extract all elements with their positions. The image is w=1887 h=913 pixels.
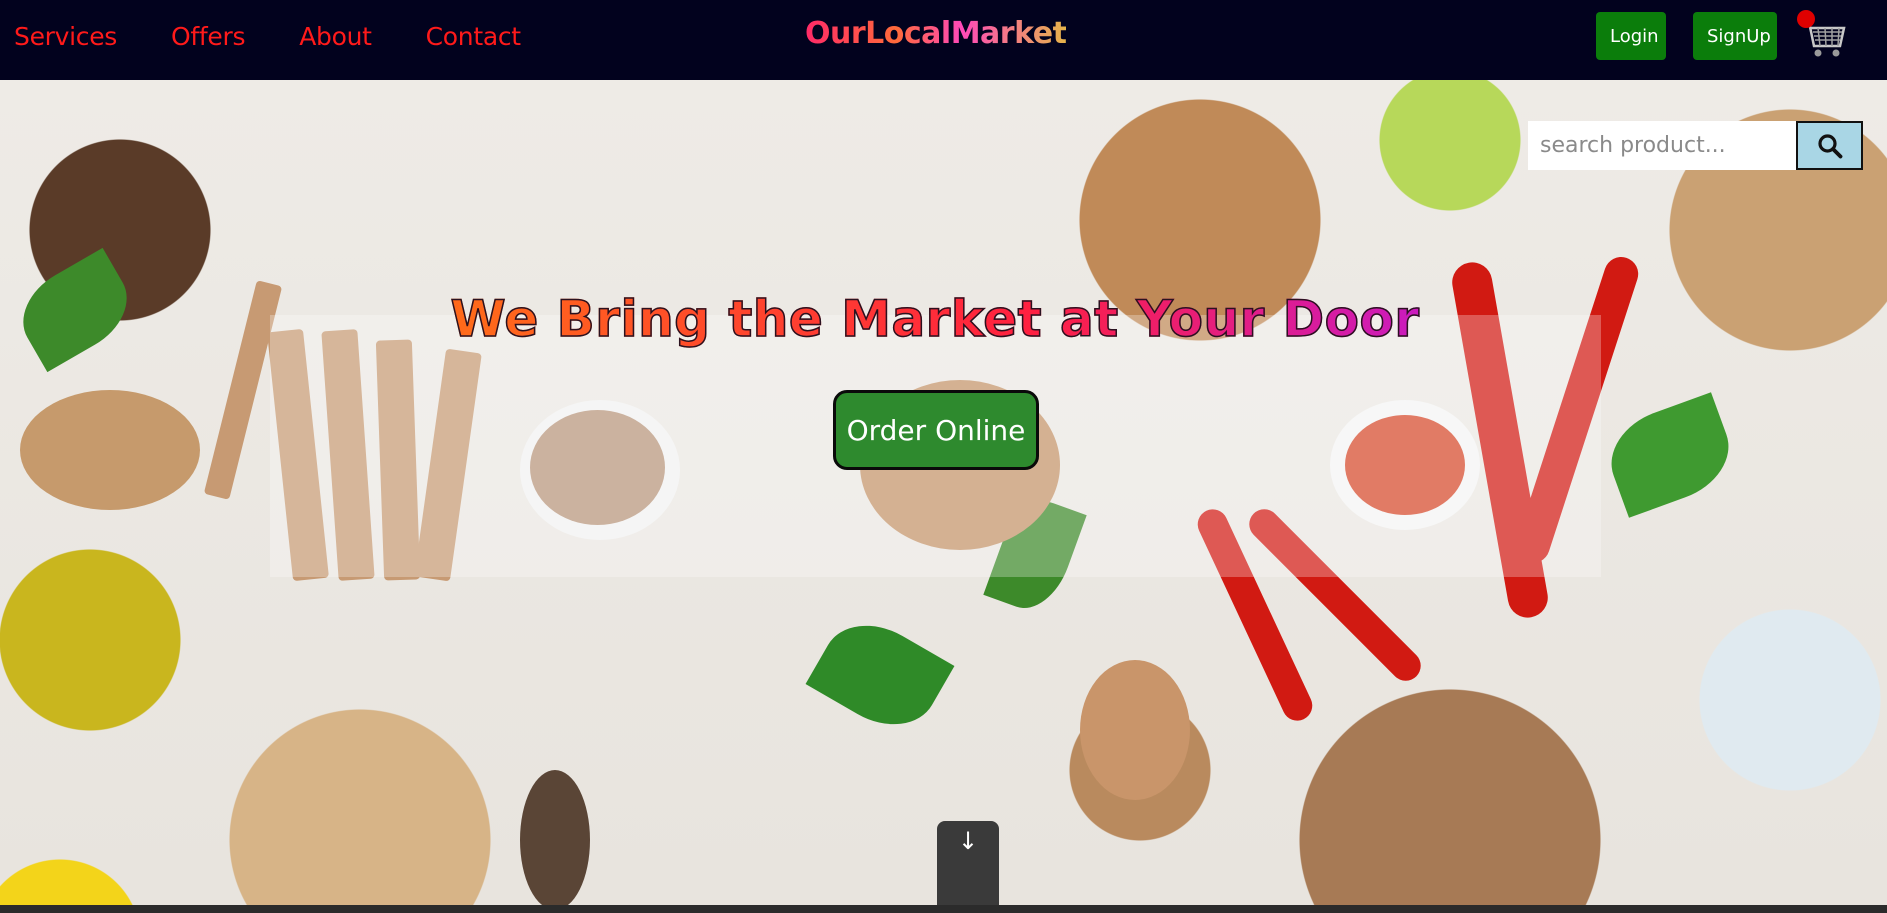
nav-link-services[interactable]: Services: [14, 22, 117, 51]
wooden-spoon-decor: [20, 390, 200, 510]
hero-title: We Bring the Market at Your Door: [0, 289, 1870, 349]
nav-link-about[interactable]: About: [299, 22, 372, 51]
basil-leaf-decor: [1598, 392, 1742, 518]
seeds-decor: [520, 770, 590, 905]
search-input[interactable]: [1528, 121, 1796, 170]
arrow-down-icon: ↓: [957, 827, 979, 855]
search-bar: [1528, 121, 1863, 170]
order-online-button[interactable]: Order Online: [833, 390, 1039, 470]
search-button[interactable]: [1796, 121, 1863, 170]
signup-button[interactable]: SignUp: [1693, 12, 1777, 60]
scroll-down-button[interactable]: ↓: [937, 821, 999, 913]
search-icon: [1817, 133, 1842, 158]
cart-badge: [1797, 10, 1815, 28]
nav-links: Services Offers About Contact: [14, 0, 575, 72]
wooden-spoon-decor: [1080, 660, 1190, 800]
nav-link-offers[interactable]: Offers: [171, 22, 245, 51]
brand-logo[interactable]: OurLocalMarket: [805, 16, 1067, 51]
bottom-edge: [0, 905, 1887, 913]
nav-link-contact[interactable]: Contact: [426, 22, 521, 51]
top-navbar: Services Offers About Contact OurLocalMa…: [0, 0, 1887, 80]
login-button[interactable]: Login: [1596, 12, 1666, 60]
hero-background: [0, 80, 1887, 905]
parsley-decor: [805, 606, 955, 744]
